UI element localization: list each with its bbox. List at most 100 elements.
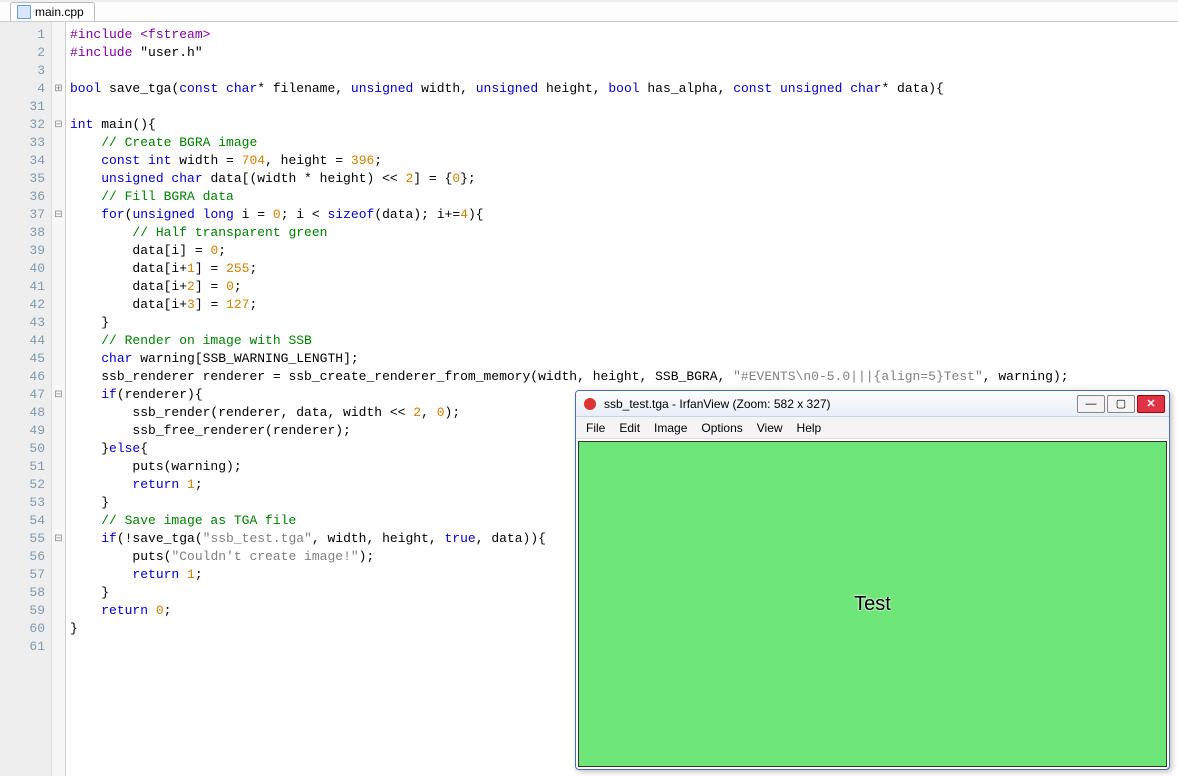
irfanview-window[interactable]: ssb_test.tga - IrfanView (Zoom: 582 x 32…	[575, 390, 1170, 770]
fold-collapse-icon[interactable]: ⊟	[52, 116, 65, 134]
line-number: 4	[0, 80, 45, 98]
fold-spacer	[52, 224, 65, 242]
line-number: 40	[0, 260, 45, 278]
line-number: 44	[0, 332, 45, 350]
fold-spacer	[52, 476, 65, 494]
line-number: 52	[0, 476, 45, 494]
line-number: 45	[0, 350, 45, 368]
fold-spacer	[52, 134, 65, 152]
menu-bar: File Edit Image Options View Help	[576, 417, 1169, 439]
line-number: 41	[0, 278, 45, 296]
line-number: 55	[0, 530, 45, 548]
fold-collapse-icon[interactable]: ⊟	[52, 206, 65, 224]
code-line[interactable]: ssb_renderer renderer = ssb_create_rende…	[70, 368, 1178, 386]
code-line[interactable]: data[i+2] = 0;	[70, 278, 1178, 296]
line-number: 60	[0, 620, 45, 638]
code-line[interactable]: // Half transparent green	[70, 224, 1178, 242]
line-number: 54	[0, 512, 45, 530]
line-number: 2	[0, 44, 45, 62]
fold-collapse-icon[interactable]: ⊟	[52, 386, 65, 404]
line-number: 51	[0, 458, 45, 476]
code-line[interactable]	[70, 98, 1178, 116]
code-line[interactable]: #include "user.h"	[70, 44, 1178, 62]
menu-image[interactable]: Image	[654, 421, 687, 435]
code-line[interactable]: for(unsigned long i = 0; i < sizeof(data…	[70, 206, 1178, 224]
line-number: 3	[0, 62, 45, 80]
code-line[interactable]: data[i] = 0;	[70, 242, 1178, 260]
fold-spacer	[52, 458, 65, 476]
line-number: 33	[0, 134, 45, 152]
window-buttons: — ▢ ✕	[1077, 395, 1169, 413]
code-line[interactable]	[70, 62, 1178, 80]
line-number: 61	[0, 638, 45, 656]
code-line[interactable]: // Fill BGRA data	[70, 188, 1178, 206]
minimize-button[interactable]: —	[1077, 395, 1105, 413]
code-line[interactable]: #include <fstream>	[70, 26, 1178, 44]
fold-spacer	[52, 440, 65, 458]
window-title: ssb_test.tga - IrfanView (Zoom: 582 x 32…	[604, 397, 1077, 411]
fold-spacer	[52, 494, 65, 512]
line-number: 34	[0, 152, 45, 170]
code-line[interactable]: unsigned char data[(width * height) << 2…	[70, 170, 1178, 188]
fold-spacer	[52, 602, 65, 620]
fold-spacer	[52, 152, 65, 170]
fold-expand-icon[interactable]: ⊞	[52, 80, 65, 98]
fold-spacer	[52, 332, 65, 350]
menu-options[interactable]: Options	[701, 421, 742, 435]
fold-spacer	[52, 620, 65, 638]
fold-spacer	[52, 260, 65, 278]
fold-spacer	[52, 278, 65, 296]
line-number: 59	[0, 602, 45, 620]
image-canvas[interactable]: Test	[578, 441, 1167, 767]
file-icon	[17, 5, 31, 19]
menu-edit[interactable]: Edit	[619, 421, 640, 435]
fold-spacer	[52, 548, 65, 566]
line-number: 32	[0, 116, 45, 134]
fold-spacer	[52, 296, 65, 314]
line-number: 36	[0, 188, 45, 206]
line-number: 43	[0, 314, 45, 332]
line-number: 50	[0, 440, 45, 458]
line-number: 53	[0, 494, 45, 512]
code-line[interactable]: }	[70, 314, 1178, 332]
fold-spacer	[52, 566, 65, 584]
irfanview-icon	[582, 396, 598, 412]
fold-gutter: ⊞ ⊟ ⊟ ⊟ ⊟	[52, 22, 66, 776]
line-number: 35	[0, 170, 45, 188]
fold-spacer	[52, 26, 65, 44]
fold-spacer	[52, 350, 65, 368]
tab-main-cpp[interactable]: main.cpp	[10, 2, 95, 21]
fold-spacer	[52, 638, 65, 656]
window-titlebar[interactable]: ssb_test.tga - IrfanView (Zoom: 582 x 32…	[576, 391, 1169, 417]
code-line[interactable]: bool save_tga(const char* filename, unsi…	[70, 80, 1178, 98]
line-number: 48	[0, 404, 45, 422]
code-line[interactable]: data[i+3] = 127;	[70, 296, 1178, 314]
menu-file[interactable]: File	[586, 421, 605, 435]
fold-spacer	[52, 584, 65, 602]
line-number-gutter: 1234313233343536373839404142434445464748…	[0, 22, 52, 776]
fold-spacer	[52, 44, 65, 62]
line-number: 38	[0, 224, 45, 242]
fold-spacer	[52, 422, 65, 440]
close-button[interactable]: ✕	[1137, 395, 1165, 413]
menu-help[interactable]: Help	[797, 421, 822, 435]
menu-view[interactable]: View	[757, 421, 783, 435]
code-line[interactable]: char warning[SSB_WARNING_LENGTH];	[70, 350, 1178, 368]
line-number: 37	[0, 206, 45, 224]
code-line[interactable]: data[i+1] = 255;	[70, 260, 1178, 278]
line-number: 49	[0, 422, 45, 440]
line-number: 46	[0, 368, 45, 386]
line-number: 58	[0, 584, 45, 602]
fold-spacer	[52, 368, 65, 386]
fold-spacer	[52, 512, 65, 530]
line-number: 31	[0, 98, 45, 116]
code-line[interactable]: const int width = 704, height = 396;	[70, 152, 1178, 170]
line-number: 47	[0, 386, 45, 404]
fold-spacer	[52, 188, 65, 206]
code-line[interactable]: int main(){	[70, 116, 1178, 134]
maximize-button[interactable]: ▢	[1107, 395, 1135, 413]
code-line[interactable]: // Create BGRA image	[70, 134, 1178, 152]
tab-label: main.cpp	[35, 5, 84, 19]
code-line[interactable]: // Render on image with SSB	[70, 332, 1178, 350]
fold-collapse-icon[interactable]: ⊟	[52, 530, 65, 548]
